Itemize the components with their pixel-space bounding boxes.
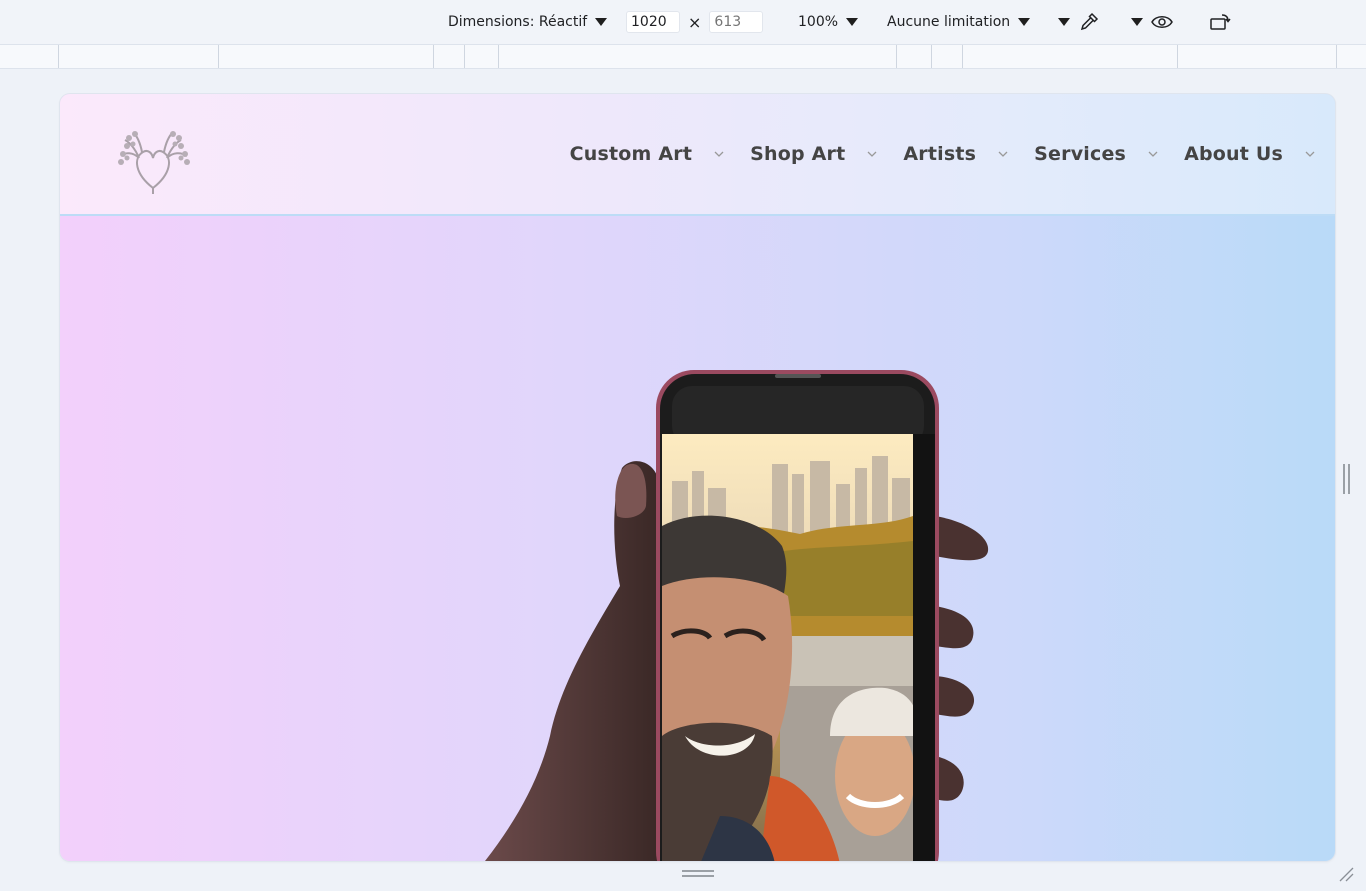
throttle-label: Aucune limitation [887,14,1011,30]
chevron-down-icon [595,18,608,26]
color-picker-dropdown[interactable] [1058,0,1100,44]
nav-label: Shop Art [750,143,846,165]
chevron-down-icon[interactable] [714,149,724,159]
media-query-ruler[interactable] [0,45,1366,69]
main-nav: Custom Art Shop Art Artists Services Abo… [544,94,1315,214]
site-logo[interactable] [115,128,195,196]
hero-phone-illustration [485,370,989,861]
rotate-device-icon [1209,11,1231,33]
bottom-resize-handle[interactable] [682,870,714,878]
chevron-down-icon [1131,18,1143,26]
times-sign: × [688,12,702,32]
eye-icon [1151,11,1173,33]
nav-item-custom-art[interactable]: Custom Art [570,143,725,165]
throttle-dropdown[interactable]: Aucune limitation [887,0,1031,44]
size-inputs: × [626,0,764,44]
nav-label: Custom Art [569,143,693,165]
chevron-down-icon [1018,18,1031,26]
device-toolbar: Dimensions: Réactif × 100% Aucune limita… [0,0,1366,45]
zoom-label: 100% [798,14,839,30]
vision-dropdown[interactable] [1131,0,1173,44]
eyedropper-icon [1078,11,1100,33]
nav-item-about-us[interactable]: About Us [1184,143,1315,165]
nav-item-services[interactable]: Services [1034,143,1158,165]
chevron-down-icon [846,18,859,26]
chevron-down-icon[interactable] [1148,149,1158,159]
width-input[interactable] [626,11,680,33]
nav-item-shop-art[interactable]: Shop Art [750,143,877,165]
chevron-down-icon[interactable] [1305,149,1315,159]
zoom-dropdown[interactable]: 100% [798,0,859,44]
nav-label: About Us [1184,143,1283,165]
chevron-down-icon [1058,18,1070,26]
chevron-down-icon[interactable] [998,149,1008,159]
nav-item-artists[interactable]: Artists [903,143,1008,165]
corner-resize-handle[interactable] [1338,866,1354,882]
nav-label: Services [1034,143,1127,165]
height-input[interactable] [709,11,764,33]
dimensions-label: Dimensions: Réactif [448,14,588,30]
dimensions-dropdown[interactable]: Dimensions: Réactif [448,0,608,44]
rotate-button[interactable] [1209,0,1231,44]
nav-label: Artists [903,143,977,165]
site-header: Custom Art Shop Art Artists Services Abo… [60,94,1335,216]
chevron-down-icon[interactable] [867,149,877,159]
page-viewport: Custom Art Shop Art Artists Services Abo… [60,94,1335,861]
side-resize-handle[interactable] [1342,464,1350,494]
hero-section [60,216,1335,861]
